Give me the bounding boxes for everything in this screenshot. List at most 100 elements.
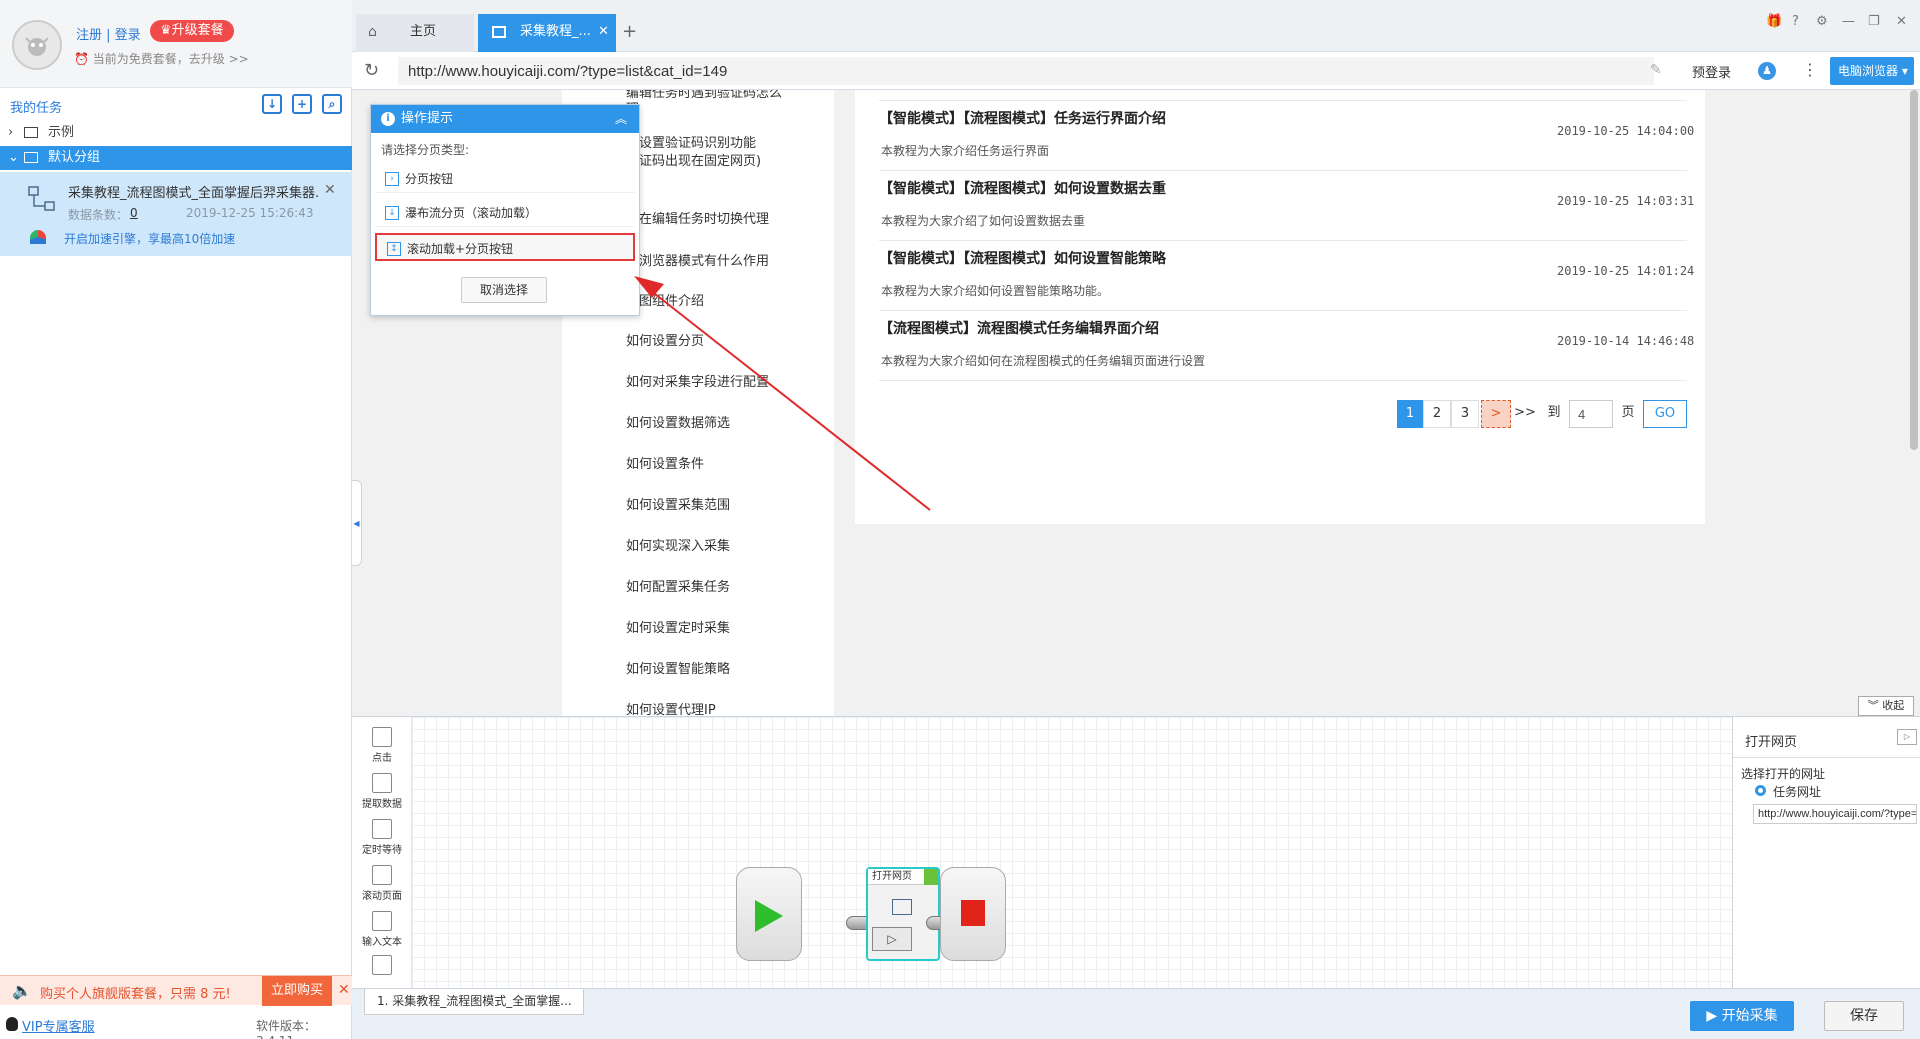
pagination-type-option-waterfall[interactable]: ↓ 瀑布流分页（滚动加载） [375,199,635,227]
add-tab-icon[interactable]: + [622,14,642,52]
save-button[interactable]: 保存 [1824,1001,1904,1031]
restore-icon[interactable]: ❐ [1868,14,1880,29]
vip-support-link[interactable]: VIP专属客服 [22,1016,95,1035]
close-icon[interactable]: ✕ [338,982,350,998]
article-desc: 本教程为大家介绍任务运行界面 [881,144,1050,158]
url-input[interactable] [398,57,1654,85]
avatar[interactable] [12,20,62,70]
flow-end-node[interactable] [940,867,1006,961]
play-icon[interactable]: ▷ [872,927,912,951]
pagination-type-option-scroll-and-button[interactable]: ↕ 滚动加载+分页按钮 [375,233,635,261]
nav-item[interactable]: 如何设置数据筛选 [626,412,730,431]
user-icon[interactable]: ♟ [1758,62,1776,80]
buy-now-button[interactable]: 立即购买 [262,976,332,1006]
flow-start-node[interactable] [736,867,802,961]
scrollbar-thumb[interactable] [1910,90,1918,450]
url-select-label: 选择打开的网址 [1741,767,1826,781]
alarm-clock-icon: ⏰ [74,52,93,66]
tree-item-example[interactable]: › 示例 [0,121,352,145]
close-icon[interactable]: ✕ [324,182,336,198]
flow-canvas[interactable] [412,717,1732,989]
close-window-icon[interactable]: ✕ [1896,14,1907,29]
accelerator-link[interactable]: 开启加速引擎，享最高10倍加速 [64,230,235,247]
chevron-up-icon[interactable]: ︽ [615,105,627,133]
pre-login-button[interactable]: 预登录 [1692,62,1731,81]
nav-item[interactable]: 如何设置采集范围 [626,494,730,513]
task-url-radio[interactable] [1755,785,1766,796]
text-input-icon [372,911,392,931]
palette-timed-wait[interactable]: 定时等待 [356,819,408,856]
page-number-input[interactable] [1569,400,1613,428]
free-plan-note-text: 当前为免费套餐，去升级 >> [92,52,249,66]
nav-item[interactable]: 如何设置分页 [626,330,704,349]
article-title[interactable]: 【智能模式】【流程图模式】任务运行界面介绍 [879,108,1166,128]
page-button-3[interactable]: 3 [1451,400,1479,428]
nav-item[interactable]: 如何实现深入采集 [626,535,730,554]
bottom-bar: 1. 采集教程_流程图模式_全面掌握... ▶ 开始采集 保存 [352,988,1920,1039]
tab-home[interactable]: ⌂ 主页 [356,14,474,52]
page-button-2[interactable]: 2 [1423,400,1451,428]
search-task-icon[interactable]: ⌕ [322,94,342,114]
nav-item[interactable]: 如何对采集字段进行配置 [626,371,769,390]
last-page-button[interactable]: >> [1511,400,1539,428]
pencil-icon[interactable]: ✎ [1650,62,1662,78]
pagination-type-option-button[interactable]: › 分页按钮 [375,165,635,193]
page-unit-label: 页 [1621,405,1635,420]
flow-node-open-webpage[interactable]: 打开网页 ▷ [866,867,940,961]
sidebar-collapse-handle[interactable]: ◀ [352,480,362,566]
article-title[interactable]: 【智能模式】【流程图模式】如何设置智能策略 [879,248,1166,268]
go-button[interactable]: GO [1643,400,1687,428]
flow-tab[interactable]: 1. 采集教程_流程图模式_全面掌握... [364,989,584,1015]
refresh-icon[interactable]: ↻ [364,60,379,81]
task-count-value[interactable]: 0 [130,206,138,220]
tab-tutorial[interactable]: 采集教程_... ✕ [478,14,616,52]
divider [879,380,1687,381]
nav-item[interactable]: 如何设置定时采集 [626,617,730,636]
nav-item[interactable]: 如何设置代理IP [626,699,716,716]
start-collect-button[interactable]: ▶ 开始采集 [1690,1001,1794,1031]
nav-item[interactable]: 如何设置条件 [626,453,704,472]
help-icon[interactable]: ? [1792,14,1799,29]
close-icon[interactable]: ✕ [598,14,609,50]
palette-extract-data[interactable]: 提取数据 [356,773,408,810]
palette-click[interactable]: 点击 [356,727,408,764]
node-header: 打开网页 [868,869,938,885]
new-task-icon[interactable]: + [292,94,312,114]
free-plan-note[interactable]: ⏰ 当前为免费套餐，去升级 >> [74,50,249,67]
palette-input-text[interactable]: 输入文本 [356,911,408,948]
nav-item[interactable]: 验证码出现在固定网页) [626,150,761,169]
properties-panel: 打开网页 ▷ 选择打开的网址 任务网址 [1732,717,1920,989]
task-card[interactable]: 采集教程_流程图模式_全面掌握后羿采集器... ✕ 数据条数： 0 2019-1… [0,172,352,256]
collapse-button[interactable]: ︾ 收起 [1858,696,1914,716]
play-icon[interactable]: ▷ [1897,729,1917,745]
import-task-icon[interactable]: ↓ [262,94,282,114]
window-icon [492,26,506,38]
article-title[interactable]: 【流程图模式】流程图模式任务编辑界面介绍 [879,318,1159,338]
option-label: 滚动加载+分页按钮 [407,242,514,256]
tab-bar: ⌂ 主页 采集教程_... ✕ + 🎁 ? ⚙ — ❐ ✕ [352,0,1920,52]
task-date: 2019-12-25 15:26:43 [186,206,314,220]
article-title[interactable]: 【智能模式】【流程图模式】如何设置数据去重 [879,178,1166,198]
nav-item[interactable]: 何在编辑任务时切换代理 [626,208,769,227]
login-register-link[interactable]: 注册 | 登录 [76,24,141,43]
gear-icon[interactable]: ⚙ [1816,14,1828,29]
upgrade-plan-button[interactable]: ♛升级套餐 [150,20,234,42]
my-tasks-header: 我的任务 ↓ + ⌕ [0,92,352,118]
browser-mode-select[interactable]: 电脑浏览器 ▾ [1830,57,1914,85]
palette-scroll-page[interactable]: 滚动页面 [356,865,408,902]
nav-item[interactable]: 换浏览器模式有什么作用 [626,250,769,269]
minimize-icon[interactable]: — [1842,14,1855,29]
palette-more[interactable] [356,955,408,977]
cancel-selection-button[interactable]: 取消选择 [461,277,547,303]
next-page-button[interactable]: > [1481,400,1511,428]
gift-icon[interactable]: 🎁 [1766,14,1782,29]
more-options-icon[interactable]: ⋮ [1802,60,1818,79]
nav-item[interactable]: 如何配置采集任务 [626,576,730,595]
nav-item[interactable]: 何设置验证码识别功能 [626,132,756,151]
page-button-1[interactable]: 1 [1397,400,1423,428]
nav-item[interactable]: 编辑任务时遇到验证码怎么 [626,90,782,101]
software-version: 软件版本：3.4.11 [256,1019,317,1039]
tree-item-default-group[interactable]: ⌄ 默认分组 [0,146,352,170]
task-url-input[interactable] [1753,804,1917,824]
nav-item[interactable]: 如何设置智能策略 [626,658,730,677]
